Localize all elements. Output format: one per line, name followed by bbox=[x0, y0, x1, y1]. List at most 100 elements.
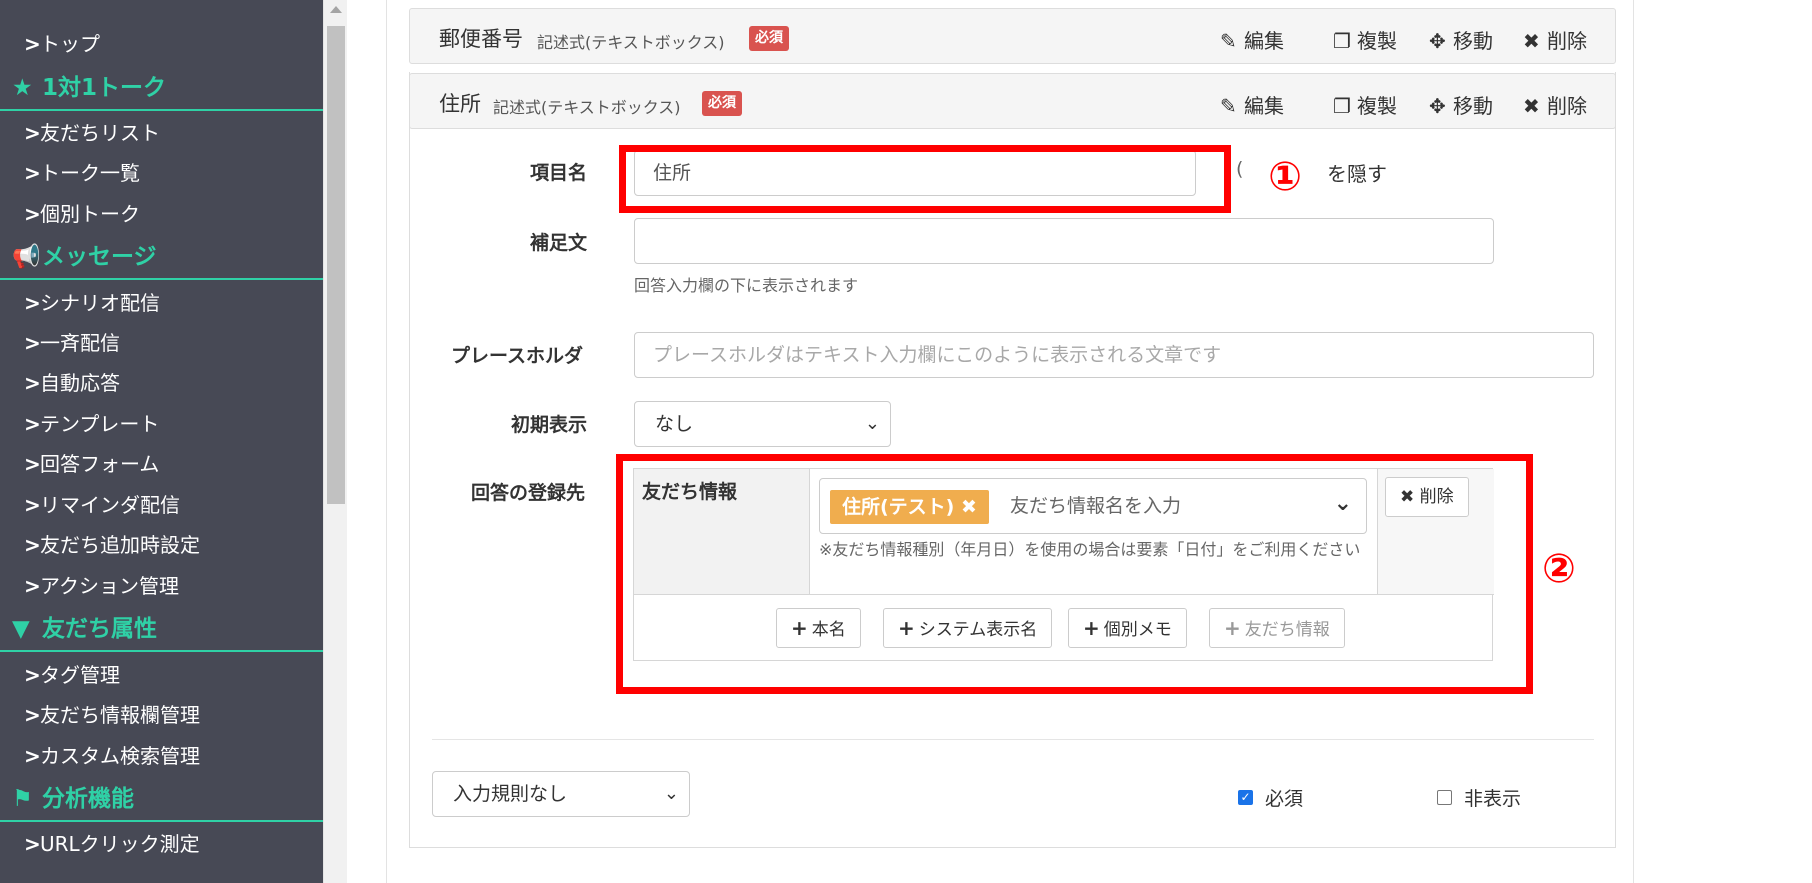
section-label: メッセージ bbox=[42, 244, 157, 270]
chevron-right-icon: > bbox=[24, 533, 41, 557]
section-icon: ▼ bbox=[12, 616, 30, 642]
chevron-right-icon: > bbox=[24, 412, 41, 436]
chevron-right-icon: > bbox=[24, 291, 41, 315]
sidebar-item-9[interactable]: >テンプレート bbox=[24, 406, 159, 442]
sidebar-item-16[interactable]: >友だち情報欄管理 bbox=[24, 697, 200, 733]
sidebar-item-6[interactable]: >シナリオ配信 bbox=[24, 285, 160, 321]
sidebar-item-label: アクション管理 bbox=[40, 574, 179, 598]
chevron-right-icon: > bbox=[24, 744, 41, 768]
sidebar-item-12[interactable]: >友だち追加時設定 bbox=[24, 527, 200, 563]
field-name: 郵便番号 bbox=[439, 27, 523, 51]
move-button[interactable]: ✥ 移動 bbox=[1429, 25, 1493, 54]
sidebar-item-3[interactable]: >トーク一覧 bbox=[24, 155, 140, 191]
edit-button[interactable]: ✎ 編集 bbox=[1220, 25, 1284, 54]
copy-icon: ❐ bbox=[1333, 29, 1351, 53]
sidebar: >トップ ★ 1対1トーク >友だちリスト >トーク一覧 >個別トーク 📢メッセージ >シナリ… bbox=[0, 0, 323, 883]
chevron-right-icon: > bbox=[24, 703, 41, 727]
section-icon: ★ bbox=[12, 75, 33, 101]
sidebar-item-label: トーク一覧 bbox=[40, 161, 140, 185]
field-type: 記述式(テキストボックス) bbox=[537, 33, 725, 52]
sidebar-item-label: 友だち情報欄管理 bbox=[40, 703, 200, 727]
required-badge: 必須 bbox=[749, 26, 789, 51]
supplement-help: 回答入力欄の下に表示されます bbox=[634, 276, 859, 295]
sidebar-item-17[interactable]: >カスタム検索管理 bbox=[24, 738, 200, 774]
sidebar-item-label: テンプレート bbox=[40, 412, 160, 436]
annotation-box-1 bbox=[619, 145, 1231, 213]
section-icon: ⚑ bbox=[12, 786, 33, 812]
sidebar-item-label: リマインダ配信 bbox=[40, 493, 180, 517]
duplicate-label: 複製 bbox=[1357, 29, 1397, 53]
sidebar-scrollbar[interactable] bbox=[323, 0, 347, 883]
section-icon: 📢 bbox=[12, 244, 41, 270]
section-label: 1対1トーク bbox=[42, 75, 167, 101]
sidebar-item-label: URLクリック測定 bbox=[40, 832, 200, 856]
sidebar-item-13[interactable]: >アクション管理 bbox=[24, 568, 179, 604]
sidebar-section-5[interactable]: 📢メッセージ bbox=[0, 236, 323, 280]
chevron-right-icon: > bbox=[24, 32, 41, 56]
scroll-up-arrow-icon[interactable] bbox=[330, 6, 342, 13]
move-label: 移動 bbox=[1453, 29, 1493, 53]
sidebar-item-label: トップ bbox=[40, 32, 100, 56]
close-icon: ✖ bbox=[1523, 29, 1540, 53]
sidebar-item-label: 一斉配信 bbox=[40, 331, 120, 355]
pencil-icon: ✎ bbox=[1220, 29, 1237, 53]
delete-button[interactable]: ✖ 削除 bbox=[1523, 25, 1587, 54]
sidebar-item-7[interactable]: >一斉配信 bbox=[24, 325, 120, 361]
sidebar-item-label: タグ管理 bbox=[40, 663, 120, 687]
hidden-checkbox[interactable] bbox=[1437, 790, 1452, 805]
required-checkbox-label: 必須 bbox=[1265, 788, 1304, 810]
delete-label: 削除 bbox=[1547, 29, 1587, 53]
initial-display-select[interactable]: なし ⌄ bbox=[634, 401, 891, 447]
sidebar-item-label: 個別トーク bbox=[40, 202, 140, 226]
sidebar-item-8[interactable]: >自動応答 bbox=[24, 365, 120, 401]
sidebar-section-18[interactable]: ⚑ 分析機能 bbox=[0, 778, 323, 822]
sidebar-item-4[interactable]: >個別トーク bbox=[24, 196, 140, 232]
duplicate-button[interactable]: ❐ 複製 bbox=[1333, 25, 1397, 54]
sidebar-section-14[interactable]: ▼ 友だち属性 bbox=[0, 608, 323, 652]
chevron-down-icon: ⌄ bbox=[864, 413, 880, 434]
sidebar-item-10[interactable]: >回答フォーム bbox=[24, 446, 159, 482]
destination-label: 回答の登録先 bbox=[471, 482, 586, 504]
item-name-label: 項目名 bbox=[530, 162, 588, 184]
input-rule-select[interactable]: 入力規則なし ⌄ bbox=[432, 771, 690, 817]
chevron-down-icon: ⌄ bbox=[663, 783, 679, 804]
chevron-right-icon: > bbox=[24, 161, 41, 185]
required-checkbox[interactable]: ✓ bbox=[1238, 790, 1253, 805]
chevron-right-icon: > bbox=[24, 452, 41, 476]
hide-label[interactable]: を隠す bbox=[1327, 158, 1387, 187]
section-label: 友だち属性 bbox=[42, 616, 157, 642]
divider bbox=[432, 739, 1594, 740]
sidebar-item-15[interactable]: >タグ管理 bbox=[24, 657, 120, 693]
sidebar-section-1[interactable]: ★ 1対1トーク bbox=[0, 67, 323, 111]
chevron-right-icon: > bbox=[24, 331, 41, 355]
chevron-right-icon: > bbox=[24, 371, 41, 395]
sidebar-item-11[interactable]: >リマインダ配信 bbox=[24, 487, 180, 523]
initial-display-value: なし bbox=[655, 413, 694, 435]
annotation-number-1: ① bbox=[1242, 146, 1328, 218]
sidebar-item-label: 友だち追加時設定 bbox=[40, 533, 200, 557]
placeholder-label: プレースホルダ bbox=[451, 345, 584, 367]
sidebar-item-label: カスタム検索管理 bbox=[40, 744, 200, 768]
supplement-input[interactable] bbox=[634, 218, 1494, 264]
sidebar-item-label: シナリオ配信 bbox=[40, 291, 160, 315]
chevron-right-icon: > bbox=[24, 202, 41, 226]
hidden-checkbox-label: 非表示 bbox=[1464, 788, 1522, 810]
chevron-right-icon: > bbox=[24, 832, 41, 856]
chevron-right-icon: > bbox=[24, 121, 41, 145]
section-label: 分析機能 bbox=[42, 786, 134, 812]
chevron-right-icon: > bbox=[24, 574, 41, 598]
annotation-box-2 bbox=[616, 454, 1533, 694]
sidebar-item-19[interactable]: >URLクリック測定 bbox=[24, 826, 200, 862]
scroll-thumb[interactable] bbox=[327, 26, 345, 504]
sidebar-item-label: 回答フォーム bbox=[40, 452, 160, 476]
sidebar-item-label: 友だちリスト bbox=[40, 121, 160, 145]
sidebar-item-2[interactable]: >友だちリスト bbox=[24, 115, 160, 151]
sidebar-item-0[interactable]: >トップ bbox=[24, 26, 100, 62]
input-rule-value: 入力規則なし bbox=[453, 783, 568, 805]
sidebar-item-label: 自動応答 bbox=[40, 371, 120, 395]
annotation-number-2: ② bbox=[1542, 546, 1576, 592]
move-icon: ✥ bbox=[1429, 29, 1446, 53]
field-row-postal[interactable]: 郵便番号 記述式(テキストボックス) 必須 ✎ 編集 ❐ 複製 ✥ 移動 ✖ 削除 bbox=[409, 8, 1616, 64]
edit-label: 編集 bbox=[1244, 29, 1284, 53]
placeholder-input[interactable]: プレースホルダはテキスト入力欄にこのように表示される文章です bbox=[634, 332, 1594, 378]
